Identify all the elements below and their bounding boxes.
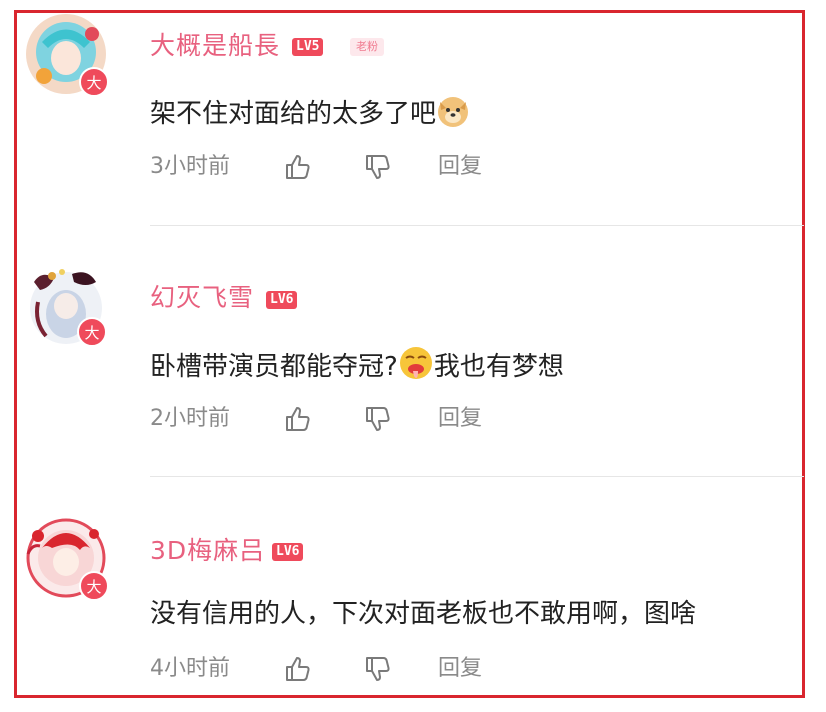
- reply-button[interactable]: 回复: [438, 150, 482, 184]
- username[interactable]: 3D梅麻吕: [150, 536, 265, 566]
- comment-text: 没有信用的人，下次对面老板也不敢用啊，图啥: [150, 597, 696, 631]
- comment-text-part: 没有信用的人，下次对面老板也不敢用啊，图啥: [150, 599, 697, 629]
- thumbs-down-icon[interactable]: [364, 153, 392, 181]
- comment-text: 卧槽带演员都能夺冠? 我也有梦想: [150, 345, 564, 384]
- divider: [150, 476, 804, 477]
- thumbs-up-icon[interactable]: [284, 153, 312, 181]
- thumbs-down-icon[interactable]: [364, 405, 392, 433]
- user-avatar[interactable]: 大: [24, 514, 116, 606]
- username[interactable]: 大概是船長: [150, 31, 280, 61]
- comment-text: 架不住对面给的太多了吧: [150, 94, 470, 131]
- level-badge: LV6: [272, 543, 304, 561]
- reply-button[interactable]: 回复: [438, 402, 482, 436]
- drool-emoji: [399, 347, 432, 379]
- avatar-badge: 大: [86, 74, 101, 92]
- comment-actions: 2小时前 回复: [150, 402, 550, 436]
- username[interactable]: 幻灭飞雪: [150, 283, 254, 313]
- thumbs-up-icon[interactable]: [284, 405, 312, 433]
- thumbs-down-icon[interactable]: [364, 655, 392, 683]
- comment-time: 4小时前: [150, 656, 230, 681]
- reply-button[interactable]: 回复: [438, 652, 482, 686]
- comment-actions: 3小时前 回复: [150, 150, 550, 184]
- fan-badge: 老粉: [350, 38, 384, 56]
- comment-actions: 4小时前 回复: [150, 652, 550, 686]
- level-badge: LV6: [266, 291, 298, 309]
- comment-text-part: 卧槽带演员都能夺冠?: [150, 352, 398, 382]
- user-avatar[interactable]: 大: [24, 12, 116, 104]
- comment-time: 2小时前: [150, 406, 230, 431]
- thumbs-up-icon[interactable]: [284, 655, 312, 683]
- divider: [150, 225, 804, 226]
- doge-emoji: [438, 97, 469, 127]
- level-badge: LV5: [292, 38, 324, 56]
- avatar-badge: 大: [86, 578, 101, 596]
- user-avatar[interactable]: 大: [24, 262, 116, 354]
- comment-time: 3小时前: [150, 154, 230, 179]
- comment-text-part: 架不住对面给的太多了吧: [150, 99, 437, 129]
- comment-text-part: 我也有梦想: [433, 352, 564, 382]
- avatar-badge: 大: [84, 324, 99, 342]
